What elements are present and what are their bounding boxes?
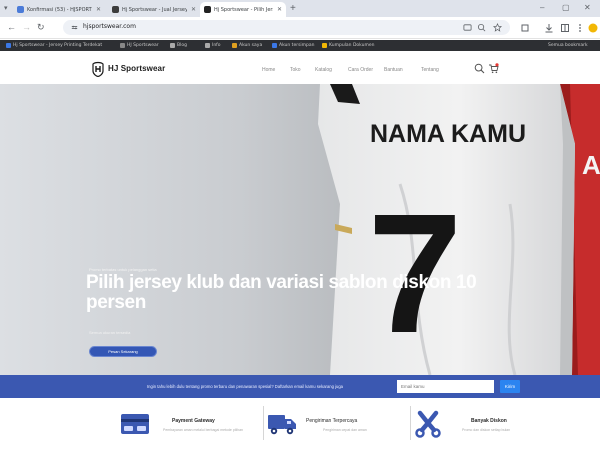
hero-subtitle: Semua ukuran tersedia [89, 330, 131, 335]
bookmark-star-icon[interactable] [493, 23, 502, 32]
bookmark-favicon [6, 43, 11, 48]
feature-title: Pengiriman Terpercaya [306, 418, 358, 424]
split-view-icon[interactable] [560, 23, 570, 33]
bookmark-favicon [170, 43, 175, 48]
hero-banner: NAMA KAMU 7 A Promo terbatas untuk pelan… [0, 84, 600, 375]
bookmark-label: Akun saya [239, 43, 263, 48]
tab-active[interactable]: Hj Sportswear - Pilih Jersey Klub dan Va… [200, 2, 286, 17]
close-tab-icon[interactable]: ✕ [191, 6, 196, 13]
bookmark-label: Akun tersimpan [279, 43, 315, 48]
browser-window: ▾ Konfirmasi (53) - HJSPORTSWEAR ✕ Hj Sp… [0, 0, 600, 450]
address-bar[interactable]: hjsportswear.com [63, 20, 510, 35]
extensions-icon[interactable] [520, 23, 530, 33]
feature-shipping: Pengiriman Terpercaya Pengiriman cepat d… [266, 408, 406, 440]
nav-home[interactable]: Home [262, 67, 275, 73]
zoom-icon[interactable] [477, 23, 486, 32]
back-icon[interactable]: ← [7, 22, 16, 33]
bookmark-favicon [205, 43, 210, 48]
feature-title: Banyak Diskon [471, 418, 507, 424]
bookmark-label: HJ Sportswear [127, 43, 159, 48]
bookmark-favicon [322, 43, 327, 48]
profile-avatar-icon[interactable] [588, 23, 598, 33]
tab-title: Hj Sportswear - Pilih Jersey Klub dan Va… [214, 6, 273, 13]
logo-icon[interactable] [91, 61, 105, 77]
nav-katalog[interactable]: Katalog [315, 67, 332, 73]
feature-discount: Banyak Diskon Promo dan diskon setiap bu… [414, 408, 554, 440]
all-bookmarks[interactable]: Semua bookmark [548, 42, 588, 49]
tab-title: Hj Sportswear - Jual Jersey Printing [122, 6, 187, 13]
tab-strip: ▾ Konfirmasi (53) - HJSPORTSWEAR ✕ Hj Sp… [0, 0, 600, 17]
feature-divider [410, 406, 411, 440]
forward-icon[interactable]: → [22, 22, 31, 33]
newsletter-email-input[interactable] [397, 380, 494, 393]
new-tab-icon[interactable]: + [290, 3, 296, 15]
bookmark-favicon [232, 43, 237, 48]
hero-cta-button[interactable]: Pesan Sekarang [89, 346, 157, 357]
close-tab-icon[interactable]: ✕ [277, 6, 282, 13]
tab-2[interactable]: Hj Sportswear - Jual Jersey Printing ✕ [108, 2, 200, 17]
feature-title: Payment Gateway [172, 418, 215, 424]
bookmark-item[interactable]: Info [205, 42, 221, 49]
bookmark-label: Blog [177, 43, 187, 48]
tab-1[interactable]: Konfirmasi (53) - HJSPORTSWEAR ✕ [13, 2, 105, 17]
tab-favicon [204, 6, 211, 13]
hero-title: Pilih jersey klub dan variasi sablon dis… [86, 272, 477, 313]
bookmark-label: Info [212, 43, 221, 48]
feature-payment: Payment Gateway Pembayaran aman melalui … [120, 408, 260, 440]
nav-bantuan[interactable]: Bantuan [384, 67, 403, 73]
bookmark-label: Hj Sportswear - Jersey Printing Terdekat [13, 43, 103, 48]
bookmark-item[interactable]: Akun tersimpan [272, 42, 315, 49]
bookmark-item[interactable]: Akun saya [232, 42, 262, 49]
bookmark-favicon [272, 43, 277, 48]
tab-favicon [17, 6, 24, 13]
features-row: Payment Gateway Pembayaran aman melalui … [0, 398, 600, 450]
url-text: hjsportswear.com [83, 23, 136, 30]
reload-icon[interactable]: ↻ [37, 22, 45, 33]
truck-icon [268, 415, 296, 435]
newsletter-submit-button[interactable]: Kirim [500, 380, 520, 393]
tab-search-icon[interactable]: ▾ [4, 3, 8, 14]
feature-subtitle: Promo dan diskon setiap bulan [462, 428, 511, 432]
menu-icon[interactable] [575, 23, 585, 33]
tab-favicon [112, 6, 119, 13]
browser-toolbar: ← → ↻ hjsportswear.com [0, 17, 600, 39]
logo-text[interactable]: HJ Sportswear [108, 64, 165, 73]
close-window-icon[interactable]: ✕ [584, 3, 591, 12]
scissors-icon [415, 410, 441, 438]
bookmark-label: Semua bookmark [548, 43, 588, 48]
newsletter-bar: Ingin tahu lebih dulu tentang promo terb… [0, 375, 600, 398]
bookmark-item[interactable]: Hj Sportswear - Jersey Printing Terdekat [6, 42, 102, 49]
red-jersey-letter: A [582, 150, 600, 180]
site-info-icon[interactable] [70, 23, 79, 32]
bookmark-favicon [120, 43, 125, 48]
bookmark-item[interactable]: Blog [170, 42, 187, 49]
feature-subtitle: Pembayaran aman melalui berbagai metode … [163, 428, 243, 432]
nav-toko[interactable]: Toko [290, 67, 301, 73]
card-icon [121, 414, 149, 434]
nav-cara-order[interactable]: Cara Order [348, 67, 373, 73]
bookmark-item[interactable]: Kumpulan Dokumen [322, 42, 375, 49]
nav-tentang[interactable]: Tentang [421, 67, 439, 73]
cart-icon[interactable] [488, 63, 499, 74]
translate-icon[interactable] [463, 23, 472, 32]
download-icon[interactable] [544, 23, 554, 33]
maximize-icon[interactable]: ▢ [562, 3, 570, 12]
tab-title: Konfirmasi (53) - HJSPORTSWEAR [27, 6, 92, 13]
jersey-name-text: NAMA KAMU [370, 120, 526, 148]
newsletter-text: Ingin tahu lebih dulu tentang promo terb… [147, 384, 344, 389]
bookmarks-bar: Hj Sportswear - Jersey Printing Terdekat… [0, 40, 600, 51]
bookmark-item[interactable]: HJ Sportswear [120, 42, 159, 49]
site-header: HJ Sportswear Home Toko Katalog Cara Ord… [0, 51, 600, 84]
minimize-icon[interactable]: – [540, 3, 544, 12]
close-tab-icon[interactable]: ✕ [96, 6, 101, 13]
feature-subtitle: Pengiriman cepat dan aman [323, 428, 367, 432]
feature-divider [263, 406, 264, 440]
bookmark-label: Kumpulan Dokumen [329, 43, 375, 48]
search-icon[interactable] [474, 63, 485, 74]
